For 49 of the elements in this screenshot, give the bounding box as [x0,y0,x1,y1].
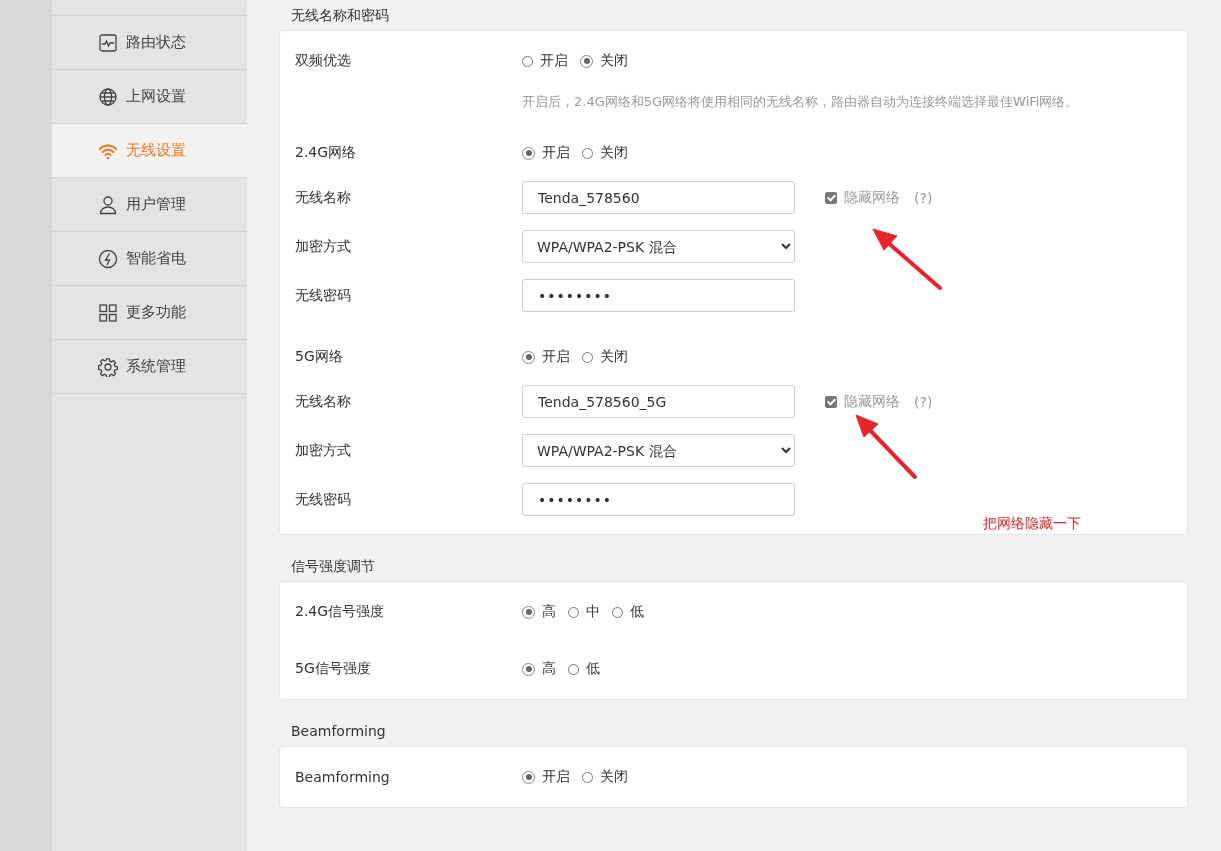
radio-option[interactable]: 中 [568,603,600,621]
radio-option[interactable]: 开启 [522,768,570,786]
field-label: Beamforming [295,769,391,785]
encryption-dropdown[interactable]: WPA/WPA2-PSK 混合 [522,434,795,467]
field-label: 无线密码 [295,490,352,509]
radio-option[interactable]: 关闭 [582,768,628,786]
arrow [855,414,917,479]
field-label: 2.4G信号强度 [295,603,386,621]
field-label: 双频优选 [295,52,352,70]
radio-option[interactable]: 高 [522,660,556,678]
field-label: 加密方式 [295,441,352,460]
radio-option[interactable]: 开启 [522,144,570,162]
lightning-icon [98,248,118,269]
radio-option[interactable]: 关闭 [582,348,628,366]
field-label: 无线名称 [295,392,352,411]
user-icon [98,194,118,215]
encryption-dropdown[interactable]: WPA/WPA2-PSK 混合 [522,230,795,263]
sidebar-item[interactable]: 系统管理 [52,340,247,394]
password-field[interactable]: •••••••• [522,483,795,516]
arrow [872,228,942,290]
sidebar-item[interactable]: 用户管理 [52,178,247,232]
field-label: 无线名称 [295,188,352,207]
field-label: 5G网络 [295,348,344,366]
radio-option[interactable]: 低 [568,660,600,678]
field-label: 无线密码 [295,286,352,305]
grid-icon [98,302,118,323]
hint-text: 开启后，2.4G网络和5G网络将使用相同的无线名称，路由器自动为连接终端选择最佳WiFi网络。 [522,93,1080,111]
radio-option[interactable]: 关闭 [580,52,628,70]
wifi-name-field[interactable]: Tenda_578560_5G [522,385,795,418]
field-label: 2.4G网络 [295,144,358,162]
field-label: 5G信号强度 [295,660,372,678]
globe-icon [98,86,118,107]
settings-icon [98,356,118,377]
radio-option[interactable]: 开启 [522,348,570,366]
section-title: 信号强度调节 [290,557,376,576]
sidebar-item[interactable]: 更多功能 [52,286,247,340]
password-field[interactable]: •••••••• [522,279,795,312]
field-label: 加密方式 [295,237,352,256]
sidebar-item[interactable]: 路由状态 [52,16,247,70]
section-title: 无线名称和密码 [290,6,390,25]
radio-option[interactable]: 关闭 [582,144,628,162]
radio-option[interactable]: 低 [612,603,644,621]
wifi-name-field[interactable]: Tenda_578560 [522,181,795,214]
sidebar-item[interactable]: 智能省电 [52,232,247,286]
pulse-monitor-icon [98,32,118,53]
radio-option[interactable]: 开启 [522,52,568,70]
section-title: Beamforming [290,722,387,741]
annotation-text: 把网络隐藏一下 [983,515,1081,533]
radio-option[interactable]: 高 [522,603,556,621]
